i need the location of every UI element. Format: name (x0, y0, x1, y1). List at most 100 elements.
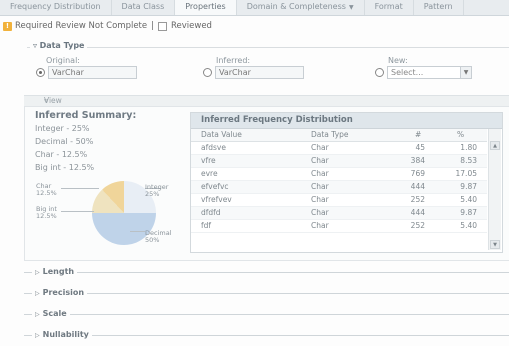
original-group: Original: VarChar (36, 56, 137, 79)
scroll-up-icon[interactable]: ▲ (490, 141, 500, 150)
tab-domain-completeness-label: Domain & Completeness (246, 2, 346, 11)
warning-icon: ! (3, 21, 12, 31)
cell-percent: 8.53 (460, 156, 477, 165)
section-divider (24, 314, 509, 315)
table-scrollbar[interactable]: ▲ ▼ (488, 129, 501, 250)
section-length-header: ▷ Length (32, 266, 78, 279)
inferred-label: Inferred: (216, 56, 251, 65)
tab-pattern[interactable]: Pattern (414, 0, 464, 15)
reviewed-label: Reviewed (171, 21, 212, 31)
expand-icon: ▷ (35, 332, 40, 339)
pie-label-decimal: Decimal 50% (145, 230, 172, 244)
cell-data-type: Char (311, 169, 329, 178)
chevron-down-icon: ▼ (460, 67, 471, 78)
expand-icon: ▷ (35, 311, 40, 318)
table-row[interactable]: dfdfd Char 444 9.87 (191, 207, 487, 220)
cell-data-value: dfdfd (201, 208, 221, 217)
section-divider (24, 272, 509, 273)
table-title: Inferred Frequency Distribution (201, 115, 353, 125)
column-header-count[interactable]: # (415, 129, 421, 141)
section-divider (24, 293, 509, 294)
original-label: Original: (46, 56, 80, 65)
chevron-down-icon: ▼ (348, 4, 354, 11)
inferred-radio[interactable] (203, 68, 212, 77)
section-nullability-header: ▷ Nullability (32, 329, 92, 342)
review-bar: ! Required Review Not Complete | Reviewe… (0, 18, 509, 34)
data-type-legend-label: Data Type (39, 41, 85, 50)
table-row[interactable]: efvefvc Char 444 9.87 (191, 181, 487, 194)
new-group: New: Select... ▼ (375, 56, 472, 79)
pie-label-char: Char 12.5% (36, 183, 57, 197)
new-type-select-value: Select... (391, 68, 424, 77)
cell-percent: 9.87 (460, 208, 477, 217)
divider: | (151, 21, 154, 31)
original-radio[interactable] (36, 68, 45, 77)
reviewed-checkbox[interactable] (158, 21, 167, 31)
inferred-summary-title: Inferred Summary: (35, 110, 137, 121)
cell-data-type: Char (311, 221, 329, 230)
data-type-legend[interactable]: ▿ Data Type (30, 41, 88, 50)
original-type-field: VarChar (48, 66, 137, 79)
section-length-label: Length (42, 267, 75, 276)
section-scale-header: ▷ Scale (32, 308, 70, 321)
section-divider (24, 335, 509, 336)
cell-count: 252 (410, 221, 425, 230)
table-row[interactable]: fdf Char 252 5.40 (191, 220, 487, 233)
tab-properties[interactable]: Properties (175, 0, 237, 15)
frequency-distribution-table: Inferred Frequency Distribution Data Val… (190, 112, 503, 253)
pie-label-integer-pct: 25% (145, 190, 160, 198)
tab-data-class[interactable]: Data Class (112, 0, 176, 15)
inferred-group: Inferred: VarChar (203, 56, 304, 79)
table-row[interactable]: evre Char 769 17.05 (191, 168, 487, 181)
new-type-select[interactable]: Select... ▼ (387, 66, 472, 79)
scroll-down-icon[interactable]: ▼ (490, 240, 500, 249)
table-header: Data Value Data Type # % (191, 129, 487, 142)
cell-data-value: evre (201, 169, 218, 178)
cell-data-type: Char (311, 182, 329, 191)
table-row[interactable]: vfre Char 384 8.53 (191, 155, 487, 168)
tab-bar: Frequency Distribution Data Class Proper… (0, 0, 509, 16)
cell-data-value: afdsve (201, 143, 226, 152)
cell-data-type: Char (311, 156, 329, 165)
cell-percent: 1.80 (460, 143, 477, 152)
column-header-data-type[interactable]: Data Type (311, 129, 349, 141)
section-scale-label: Scale (42, 309, 67, 318)
pie-label-char-pct: 12.5% (36, 189, 57, 197)
cell-data-value: efvefvc (201, 182, 229, 191)
tab-format[interactable]: Format (365, 0, 414, 15)
pie-label-integer: Integer 25% (145, 184, 168, 198)
cell-count: 444 (410, 208, 425, 217)
tab-domain-completeness[interactable]: Domain & Completeness ▼ (237, 0, 365, 15)
new-radio[interactable] (375, 68, 384, 77)
data-type-divider (27, 47, 509, 48)
cell-percent: 17.05 (455, 169, 477, 178)
section-scale[interactable]: ▷ Scale (24, 308, 509, 322)
summary-line-bigint: Big int - 12.5% (35, 163, 95, 172)
section-nullability-label: Nullability (42, 330, 89, 339)
expand-icon: ▷ (35, 269, 40, 276)
view-summary-toggle[interactable]: ▿ View Summary (24, 95, 509, 115)
cell-percent: 5.40 (460, 221, 477, 230)
pie-label-bigint: Big int 12.5% (36, 206, 57, 220)
pie-leader-decimal (130, 231, 145, 232)
column-header-data-value[interactable]: Data Value (201, 129, 242, 141)
pie-label-decimal-pct: 50% (145, 236, 160, 244)
pie-leader-char (61, 188, 99, 189)
pie-label-bigint-pct: 12.5% (36, 212, 57, 220)
cell-data-type: Char (311, 208, 329, 217)
table-row[interactable]: afdsve Char 45 1.80 (191, 142, 487, 155)
cell-count: 384 (410, 156, 425, 165)
cell-count: 252 (410, 195, 425, 204)
section-nullability[interactable]: ▷ Nullability (24, 329, 509, 343)
cell-count: 45 (415, 143, 425, 152)
required-review-status: Required Review Not Complete (15, 21, 148, 31)
table-title-bar: Inferred Frequency Distribution (191, 113, 502, 129)
new-label: New: (388, 56, 408, 65)
summary-line-decimal: Decimal - 50% (35, 137, 94, 146)
section-length[interactable]: ▷ Length (24, 266, 509, 280)
cell-percent: 5.40 (460, 195, 477, 204)
column-header-percent[interactable]: % (457, 129, 464, 141)
tab-frequency-distribution[interactable]: Frequency Distribution (0, 0, 112, 15)
section-precision[interactable]: ▷ Precision (24, 287, 509, 301)
table-row[interactable]: vfrefvev Char 252 5.40 (191, 194, 487, 207)
